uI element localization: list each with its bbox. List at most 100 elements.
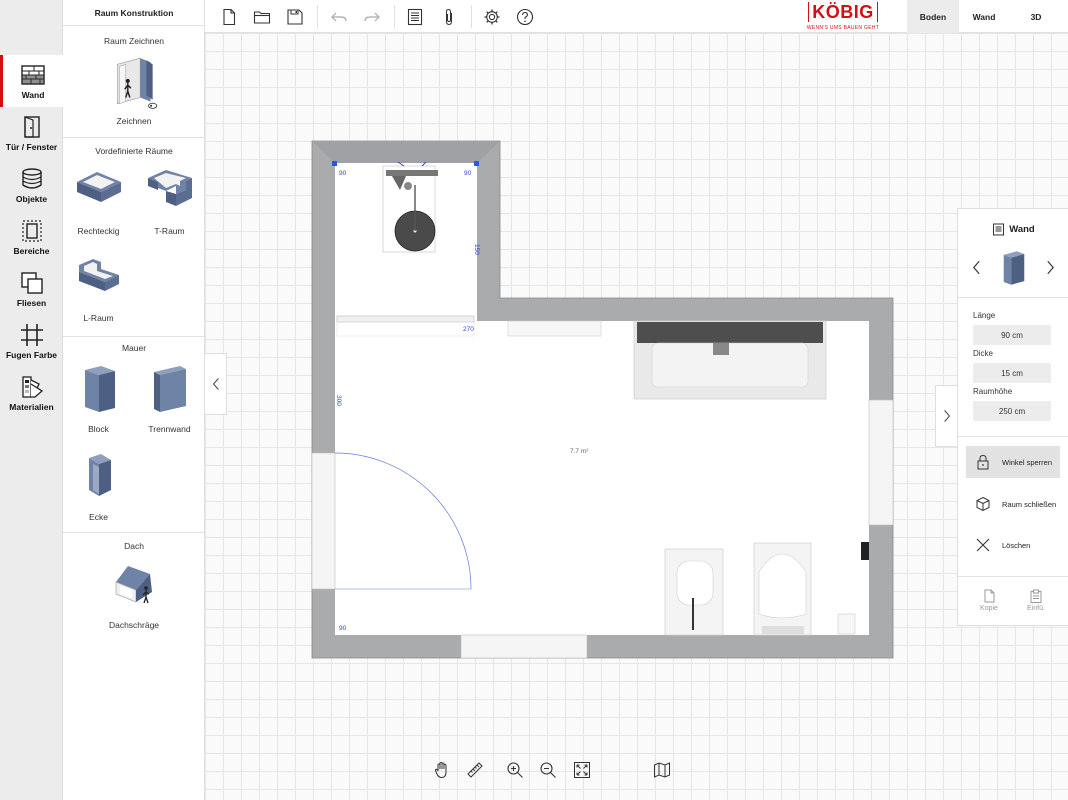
top-toolbar: KÖBIG WENN'S UMS BAUEN GEHT Boden Wand 3… xyxy=(205,0,1068,33)
tab-wand[interactable]: Wand xyxy=(958,0,1010,33)
properties-title: Wand xyxy=(1009,223,1035,235)
rail-item-fugen-farbe[interactable]: Fugen Farbe xyxy=(0,315,63,367)
paste-button[interactable]: Einfü. xyxy=(1016,589,1056,612)
rail-item-tuer-fenster[interactable]: Tür / Fenster xyxy=(0,107,63,159)
rail-label-fugen-farbe: Fugen Farbe xyxy=(5,350,57,360)
rectangular-room-icon xyxy=(76,172,121,202)
save-button[interactable] xyxy=(284,6,306,28)
rail-item-wand[interactable]: Wand xyxy=(0,55,63,107)
help-button[interactable] xyxy=(514,6,536,28)
wall-handle[interactable] xyxy=(474,161,479,166)
tile-zeichnen[interactable]: Zeichnen xyxy=(98,54,170,134)
window-opening-right[interactable] xyxy=(868,399,894,526)
redo-button[interactable] xyxy=(361,6,383,28)
rail-item-materialien[interactable]: Materialien xyxy=(0,367,63,419)
ruler-icon xyxy=(467,762,483,778)
wall-properties-panel: Wand Länge 90 cm Dicke 15 cm Raumhöhe 25… xyxy=(957,208,1068,626)
tile-ecke[interactable]: Ecke xyxy=(63,450,134,530)
door-icon xyxy=(23,116,40,138)
rail-item-objekte[interactable]: Objekte xyxy=(0,159,63,211)
toolbar-divider xyxy=(317,5,318,28)
close-room-button[interactable]: Raum schließen xyxy=(966,488,1060,520)
previous-wall-button[interactable] xyxy=(968,257,984,277)
zoom-in-button[interactable] xyxy=(505,760,525,780)
chevron-right-icon xyxy=(943,410,950,422)
lock-angle-label: Winkel sperren xyxy=(1002,457,1053,467)
attachment-button[interactable] xyxy=(438,6,460,28)
door-opening[interactable] xyxy=(311,452,336,590)
delete-button[interactable]: Löschen xyxy=(966,529,1060,561)
document-list-button[interactable] xyxy=(404,6,426,28)
tile-label-rechteckig: Rechteckig xyxy=(77,226,120,236)
map-view-button[interactable] xyxy=(652,760,672,780)
undo-button[interactable] xyxy=(328,6,350,28)
small-object[interactable] xyxy=(837,613,856,635)
settings-button[interactable] xyxy=(481,6,503,28)
wall-pattern-icon xyxy=(21,65,45,85)
tab-3d[interactable]: 3D xyxy=(1010,0,1062,33)
tile-t-raum[interactable]: T-Raum xyxy=(134,164,205,244)
section-title-mauer: Mauer xyxy=(121,343,147,353)
length-field[interactable]: 90 cm xyxy=(973,325,1051,345)
lock-icon xyxy=(977,454,989,470)
open-folder-button[interactable] xyxy=(251,6,273,28)
rail-item-bereiche[interactable]: Bereiche xyxy=(0,211,63,263)
new-file-button[interactable] xyxy=(218,6,240,28)
rail-label-materialien: Materialien xyxy=(9,402,54,412)
wall-socket[interactable] xyxy=(861,542,869,560)
tile-trennwand[interactable]: Trennwand xyxy=(134,362,205,442)
rail-label-bereiche: Bereiche xyxy=(13,246,50,256)
room-height-field[interactable]: 250 cm xyxy=(973,401,1051,421)
tile-label-t-raum: T-Raum xyxy=(154,226,185,236)
expand-right-panel-button[interactable] xyxy=(935,385,957,447)
toolbar-divider xyxy=(471,5,472,28)
tile-dachschraege[interactable]: Dachschräge xyxy=(98,558,170,638)
open-folder-icon xyxy=(253,11,271,24)
tile-l-raum[interactable]: L-Raum xyxy=(63,251,134,331)
fit-screen-icon xyxy=(574,762,590,778)
app-root: Wand Tür / Fenster Objekte Bereiche Flie… xyxy=(0,0,1068,800)
tile-rechteckig[interactable]: Rechteckig xyxy=(63,164,134,244)
tile-label-block: Block xyxy=(88,424,109,434)
rail-label-objekte: Objekte xyxy=(15,194,48,204)
thickness-field[interactable]: 15 cm xyxy=(973,363,1051,383)
fit-screen-button[interactable] xyxy=(572,760,592,780)
document-icon xyxy=(993,223,1005,235)
grout-grid-icon xyxy=(20,324,43,346)
l-room-icon xyxy=(78,259,119,291)
shelf-object[interactable] xyxy=(507,320,602,337)
help-icon xyxy=(516,8,534,26)
window-opening-bottom[interactable] xyxy=(460,634,588,659)
section-title-dach: Dach xyxy=(124,541,144,551)
tiles-icon xyxy=(20,272,43,294)
wall-handle[interactable] xyxy=(332,161,337,166)
wall-preview-icon xyxy=(1003,251,1025,285)
logo-tagline: WENN'S UMS BAUEN GEHT xyxy=(806,25,880,31)
panel-title: Raum Konstruktion xyxy=(94,8,174,18)
undo-icon xyxy=(331,12,347,22)
divider xyxy=(63,25,205,26)
copy-button[interactable]: Kopie xyxy=(969,589,1009,612)
tab-boden[interactable]: Boden xyxy=(907,0,959,33)
divider xyxy=(958,436,1068,437)
field-label-laenge: Länge xyxy=(973,311,996,320)
left-rail: Wand Tür / Fenster Objekte Bereiche Flie… xyxy=(0,0,63,800)
field-label-raumhoehe: Raumhöhe xyxy=(973,387,1013,396)
rail-item-fliesen[interactable]: Fliesen xyxy=(0,263,63,315)
section-title-vordefinierte-raeume: Vordefinierte Räume xyxy=(95,146,173,156)
measure-tool-button[interactable] xyxy=(465,760,485,780)
tile-block[interactable]: Block xyxy=(63,362,134,442)
pan-tool-button[interactable] xyxy=(432,760,452,780)
collapse-left-panel-button[interactable] xyxy=(205,353,227,415)
dimension-label-right: 150 xyxy=(473,244,480,255)
tile-label-ecke: Ecke xyxy=(89,512,108,522)
lock-angle-button[interactable]: Winkel sperren xyxy=(966,446,1060,478)
dimension-label-bottom: 270 xyxy=(463,326,474,333)
tile-label-zeichnen: Zeichnen xyxy=(116,116,152,126)
rail-label-fliesen: Fliesen xyxy=(16,298,47,308)
zoom-out-button[interactable] xyxy=(538,760,558,780)
map-icon xyxy=(654,762,670,778)
tile-label-dachschraege: Dachschräge xyxy=(108,620,160,630)
divider xyxy=(63,532,205,533)
next-wall-button[interactable] xyxy=(1042,257,1058,277)
